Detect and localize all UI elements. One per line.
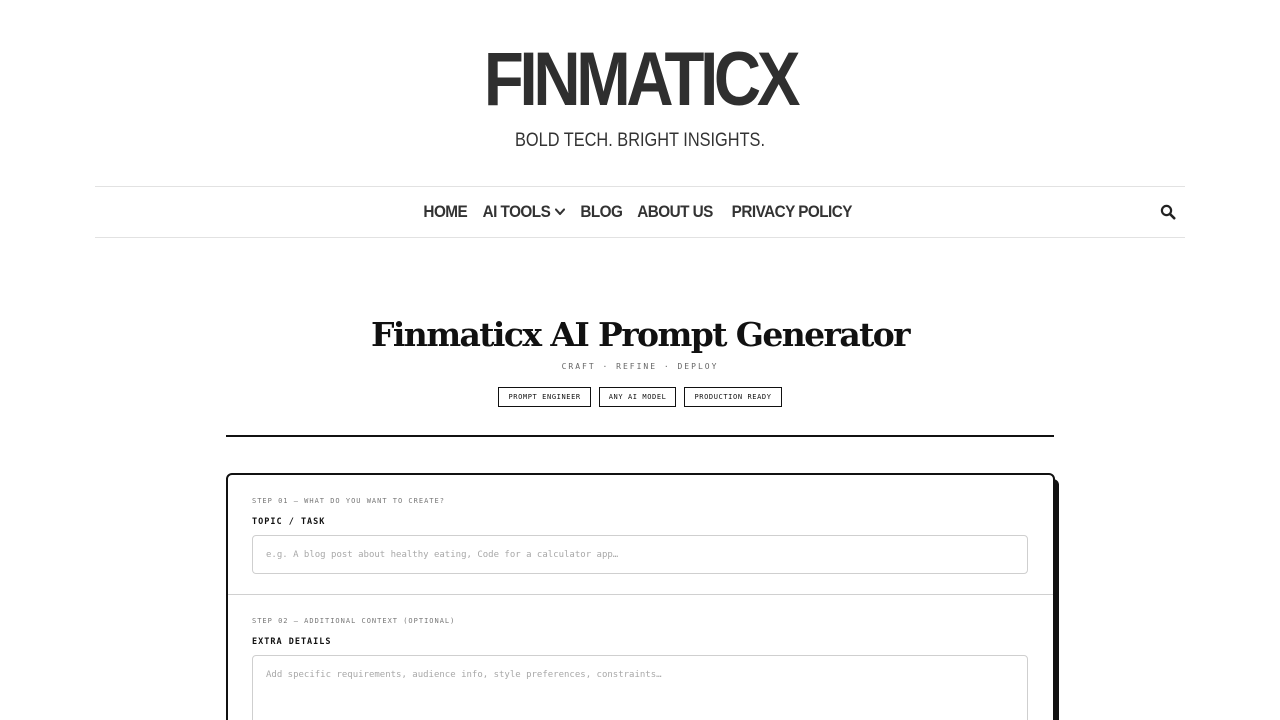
nav-item-label: ABOUT US bbox=[637, 202, 713, 221]
page-subtitle: CRAFT · REFINE · DEPLOY bbox=[561, 362, 719, 371]
nav-item-privacy-policy[interactable]: PRIVACY POLICY bbox=[731, 202, 853, 222]
divider bbox=[226, 435, 1054, 437]
page-title: Finmaticx AI Prompt Generator bbox=[371, 315, 911, 354]
nav-item-label: BLOG bbox=[580, 202, 624, 221]
nav-menu: HOME AI TOOLS BLOG ABOUT US PRIVACY POLI… bbox=[95, 187, 1185, 237]
nav-item-label: AI TOOLS bbox=[482, 202, 551, 221]
step-extra-details: STEP 02 — ADDITIONAL CONTEXT (OPTIONAL) … bbox=[228, 595, 1053, 720]
extra-details-textarea[interactable] bbox=[252, 655, 1028, 720]
prompt-form-card: STEP 01 — WHAT DO YOU WANT TO CREATE? TO… bbox=[226, 473, 1055, 720]
badge-group: PROMPT ENGINEER ANY AI MODEL PRODUCTION … bbox=[0, 387, 1280, 407]
chevron-down-icon bbox=[555, 208, 566, 216]
step-kicker: STEP 01 — WHAT DO YOU WANT TO CREATE? bbox=[252, 497, 445, 505]
nav-item-ai-tools[interactable]: AI TOOLS bbox=[483, 202, 566, 222]
site-tagline: BOLD TECH. BRIGHT INSIGHTS. bbox=[515, 130, 765, 151]
site-title[interactable]: FINMATICX bbox=[90, 38, 1191, 122]
badge-any-ai-model: ANY AI MODEL bbox=[598, 387, 677, 407]
topic-input[interactable] bbox=[252, 535, 1028, 574]
nav-item-blog[interactable]: BLOG bbox=[580, 202, 624, 222]
nav-item-label: PRIVACY POLICY bbox=[731, 202, 853, 221]
step-kicker: STEP 02 — ADDITIONAL CONTEXT (OPTIONAL) bbox=[252, 617, 456, 625]
badge-prompt-engineer: PROMPT ENGINEER bbox=[498, 387, 591, 407]
main-navigation: HOME AI TOOLS BLOG ABOUT US PRIVACY POLI… bbox=[95, 186, 1185, 238]
extra-details-label: EXTRA DETAILS bbox=[252, 637, 332, 647]
search-icon[interactable] bbox=[1160, 204, 1176, 220]
topic-label: TOPIC / TASK bbox=[252, 517, 326, 527]
nav-item-home[interactable]: HOME bbox=[424, 202, 468, 222]
nav-item-about-us[interactable]: ABOUT US bbox=[637, 202, 713, 222]
step-topic: STEP 01 — WHAT DO YOU WANT TO CREATE? TO… bbox=[228, 475, 1053, 595]
badge-production-ready: PRODUCTION READY bbox=[684, 387, 782, 407]
nav-item-label: HOME bbox=[423, 202, 468, 221]
